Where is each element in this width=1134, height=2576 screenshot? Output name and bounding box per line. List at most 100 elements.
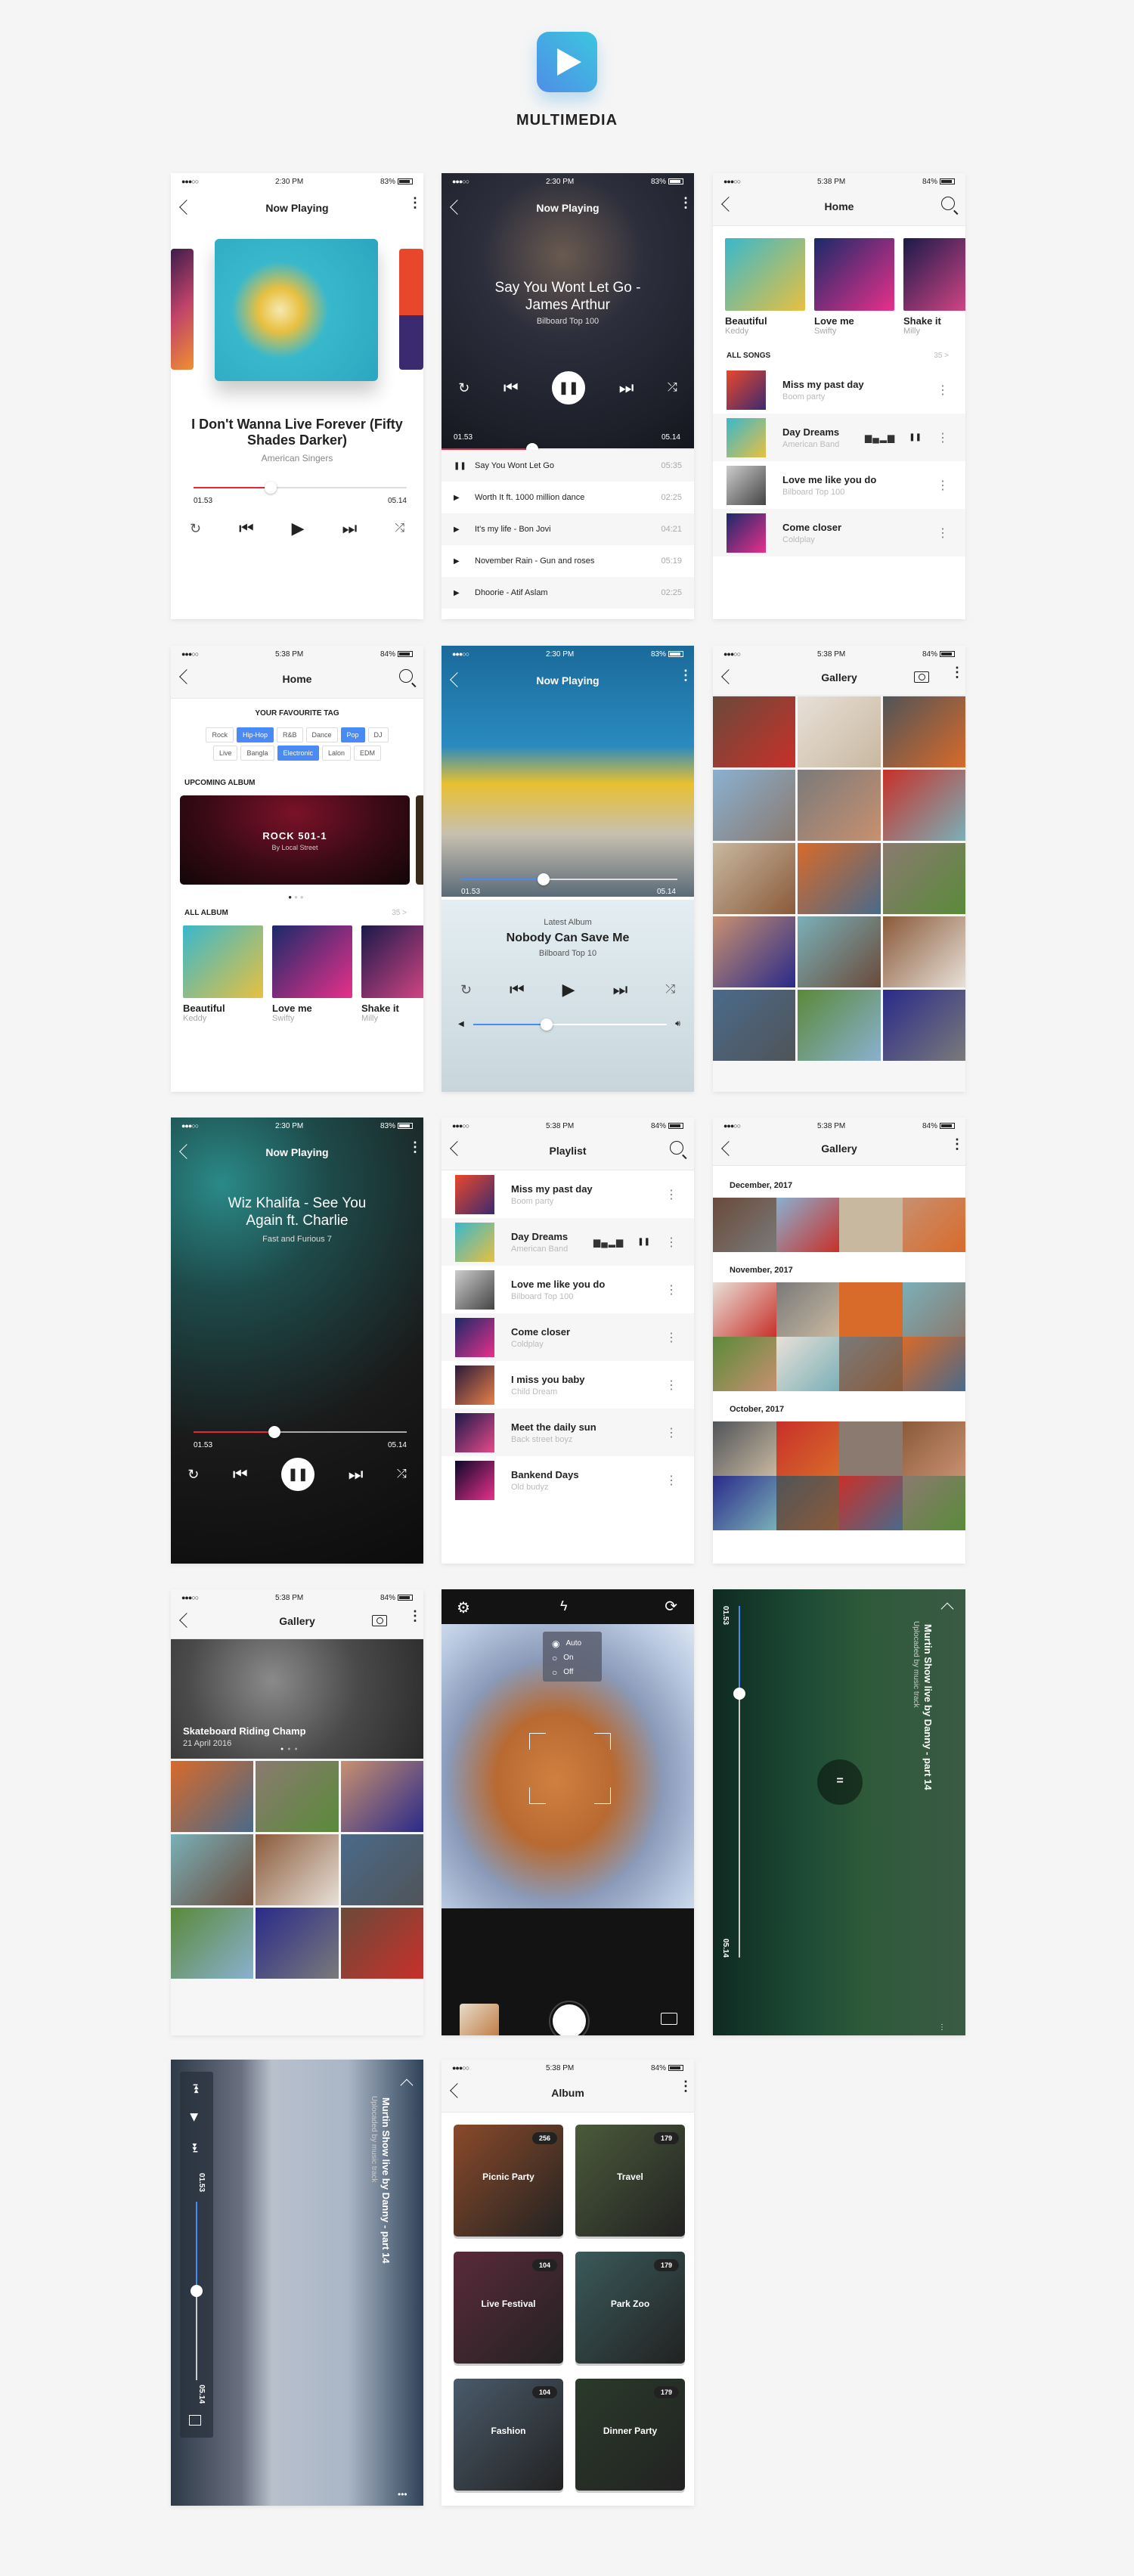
camera-icon[interactable] xyxy=(372,1615,387,1626)
more-icon[interactable]: ⋮ xyxy=(679,2079,692,2099)
gallery-photo[interactable] xyxy=(340,1834,423,1905)
gallery-photo[interactable] xyxy=(171,1908,254,1979)
gallery-photo[interactable] xyxy=(776,1198,839,1252)
song-row[interactable]: Love me like you do Bilboard Top 100 ⋮ xyxy=(442,1266,694,1313)
fullscreen-icon[interactable] xyxy=(189,2415,201,2426)
play-icon[interactable]: ▶ xyxy=(562,980,575,1000)
album-art-prev[interactable] xyxy=(171,249,194,370)
back-icon[interactable] xyxy=(450,672,465,687)
gallery-photo[interactable] xyxy=(713,1421,776,1476)
gallery-photo[interactable] xyxy=(798,916,881,987)
tag-chip[interactable]: Pop xyxy=(340,727,365,742)
song-row[interactable]: Come closer Coldplay ⋮ xyxy=(713,509,965,556)
more-icon[interactable]: ⋮ xyxy=(679,196,692,215)
flash-icon[interactable]: ϟ xyxy=(560,1598,568,1614)
play-icon[interactable]: ▶ xyxy=(454,525,475,534)
volume-slider[interactable] xyxy=(473,1018,667,1031)
track-row[interactable]: ▶ November Rain - Gun and roses 05:19 xyxy=(442,545,694,577)
last-photo-thumbnail[interactable] xyxy=(460,2004,499,2035)
carousel-dots[interactable]: ●●● xyxy=(171,894,423,901)
gallery-photo[interactable] xyxy=(713,1476,776,1530)
gallery-photo[interactable] xyxy=(902,1421,965,1476)
more-icon[interactable]: ⋮ xyxy=(408,1140,422,1160)
more-icon[interactable]: ⋮ xyxy=(665,1473,677,1488)
album-card[interactable]: Beautiful Keddy xyxy=(183,925,263,1023)
search-icon[interactable] xyxy=(941,197,955,210)
gallery-photo[interactable] xyxy=(340,1908,423,1979)
switch-camera-icon[interactable]: ⟳ xyxy=(665,1597,677,1616)
more-icon[interactable]: ⋮ xyxy=(937,525,949,541)
previous-icon[interactable]: ⏮ xyxy=(503,378,519,398)
album-tile[interactable]: 256 Picnic Party xyxy=(454,2125,563,2237)
album-tile[interactable]: 104 Live Festival xyxy=(454,2252,563,2364)
tag-chip[interactable]: Lalon xyxy=(322,746,352,761)
more-icon[interactable]: ⋮ xyxy=(938,2023,946,2032)
gallery-photo[interactable] xyxy=(713,696,796,767)
flash-option[interactable]: ○ On xyxy=(552,1651,602,1665)
song-row[interactable]: Day Dreams American Band ▆▄▂▆ ❚❚ ⋮ xyxy=(442,1218,694,1266)
back-icon[interactable] xyxy=(179,1144,194,1159)
camera-icon[interactable] xyxy=(914,671,929,683)
more-icon[interactable]: ⋮ xyxy=(665,1378,677,1393)
flash-option[interactable]: ○ Off xyxy=(552,1665,602,1679)
shuffle-icon[interactable]: ⤮ xyxy=(395,522,404,535)
album-card[interactable]: Love me Swifty xyxy=(814,238,894,336)
featured-photo[interactable]: Skateboard Riding Champ 21 April 2016 ●●… xyxy=(171,1639,423,1759)
tag-chip[interactable]: R&B xyxy=(276,727,303,742)
repeat-icon[interactable]: ↻ xyxy=(458,380,469,396)
album-cover[interactable] xyxy=(361,925,423,998)
track-row[interactable]: ▶ Dhoorie - Atif Aslam 02:25 xyxy=(442,577,694,609)
gallery-photo[interactable] xyxy=(902,1476,965,1530)
gallery-photo[interactable] xyxy=(882,770,965,841)
previous-icon[interactable]: ⏮ xyxy=(239,519,254,538)
gallery-photo[interactable] xyxy=(713,1337,776,1391)
gallery-photo[interactable] xyxy=(340,1761,423,1832)
more-icon[interactable]: ⋮ xyxy=(950,665,964,685)
track-row[interactable]: ▶ It's my life - Bon Jovi 04:21 xyxy=(442,513,694,545)
repeat-icon[interactable]: ↻ xyxy=(190,521,201,537)
album-art-current[interactable] xyxy=(215,239,378,381)
pause-button[interactable]: = xyxy=(817,1759,863,1805)
shutter-button[interactable] xyxy=(549,2001,590,2035)
more-icon[interactable]: ⋮ xyxy=(665,1235,677,1250)
track-row[interactable]: ▶ Worth It ft. 1000 million dance 02:25 xyxy=(442,482,694,513)
previous-icon[interactable]: ⏮ xyxy=(233,1465,248,1484)
gallery-photo[interactable] xyxy=(256,1834,339,1905)
progress-slider[interactable] xyxy=(191,2202,203,2380)
video-mode-icon[interactable] xyxy=(661,2013,677,2025)
tag-chip[interactable]: Electronic xyxy=(277,746,320,761)
album-cover[interactable] xyxy=(183,925,263,998)
pause-icon[interactable]: ❚❚ xyxy=(454,462,475,470)
song-row[interactable]: I miss you baby Child Dream ⋮ xyxy=(442,1361,694,1409)
song-row[interactable]: Miss my past day Boom party ⋮ xyxy=(713,366,965,414)
gallery-photo[interactable] xyxy=(798,843,881,914)
search-icon[interactable] xyxy=(670,1141,683,1155)
play-icon[interactable]: ▶ xyxy=(454,494,475,502)
more-icon[interactable]: ⋮ xyxy=(408,196,422,215)
gallery-photo[interactable] xyxy=(839,1198,903,1252)
gallery-photo[interactable] xyxy=(171,1761,254,1832)
back-icon[interactable] xyxy=(721,197,736,212)
track-row[interactable]: ❚❚ Say You Wont Let Go 05:35 xyxy=(442,450,694,482)
gallery-photo[interactable] xyxy=(776,1337,839,1391)
play-icon[interactable]: ▶ xyxy=(454,557,475,566)
progress-slider[interactable] xyxy=(733,1606,745,1958)
tag-chip[interactable]: EDM xyxy=(354,746,382,761)
play-icon[interactable]: ▶ xyxy=(188,2113,201,2122)
next-icon[interactable]: ⏭ xyxy=(342,519,358,538)
song-row[interactable]: Miss my past day Boom party ⋮ xyxy=(442,1170,694,1218)
gallery-photo[interactable] xyxy=(839,1282,903,1337)
more-icon[interactable]: ⋮ xyxy=(950,1137,964,1157)
pause-icon[interactable]: ❚❚ xyxy=(637,1238,650,1246)
tag-chip[interactable]: Bangla xyxy=(240,746,274,761)
gallery-photo[interactable] xyxy=(882,843,965,914)
shuffle-icon[interactable]: ⤮ xyxy=(665,983,675,997)
more-icon[interactable]: ••• xyxy=(398,2489,407,2500)
tag-chip[interactable]: Dance xyxy=(305,727,338,742)
pause-button[interactable]: ❚❚ xyxy=(281,1458,315,1491)
album-card[interactable]: Love me Swifty xyxy=(272,925,352,1023)
gallery-photo[interactable] xyxy=(798,770,881,841)
gallery-photo[interactable] xyxy=(902,1337,965,1391)
upcoming-album-banner[interactable]: ROCK 501-1 By Local Street xyxy=(180,795,410,885)
album-cover[interactable] xyxy=(272,925,352,998)
